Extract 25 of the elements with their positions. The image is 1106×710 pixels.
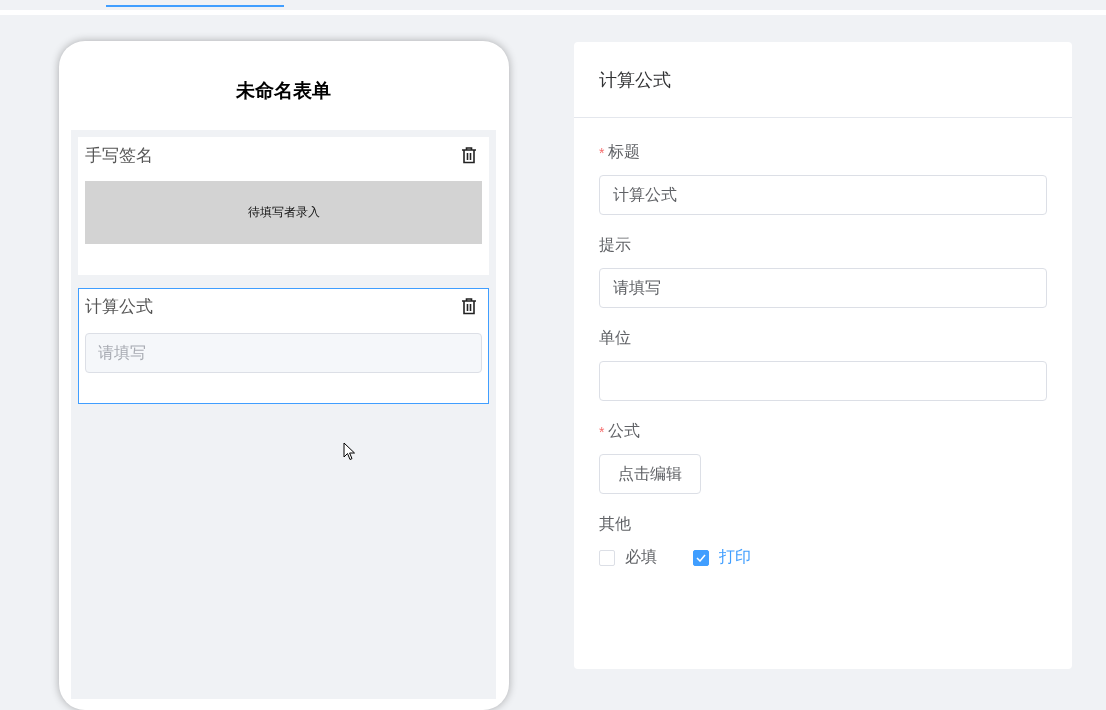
panel-title: 计算公式 <box>599 68 671 92</box>
field-label: 标题 <box>608 142 641 162</box>
required-mark: * <box>599 423 605 440</box>
input-field[interactable]: 请填写 <box>599 268 1047 308</box>
input-field[interactable]: 计算公式 <box>599 175 1047 215</box>
edit-button[interactable]: 点击编辑 <box>599 454 701 494</box>
trash-icon[interactable] <box>460 297 478 315</box>
mouse-pointer-icon <box>343 442 356 461</box>
checkbox[interactable] <box>693 549 709 566</box>
input-field[interactable] <box>599 361 1047 401</box>
trash-icon[interactable] <box>460 146 478 164</box>
checkbox-label: 打印 <box>719 547 751 567</box>
field-label: 公式 <box>608 421 641 441</box>
field-label: 提示 <box>599 235 631 255</box>
form-title: 未命名表单 <box>235 79 332 103</box>
check-icon <box>696 553 706 562</box>
field-label: 单位 <box>599 328 631 348</box>
form-field-card[interactable]: 计算公式 请填写 <box>78 288 489 404</box>
form-field-card[interactable]: 手写签名 待填写者录入 <box>78 137 489 275</box>
field-label: 其他 <box>599 514 631 534</box>
checkbox-label: 必填 <box>625 547 657 567</box>
required-mark: * <box>599 144 605 161</box>
signature-hint: 待填写者录入 <box>247 204 320 221</box>
field-label: 计算公式 <box>85 296 153 318</box>
field-label: 手写签名 <box>85 145 153 167</box>
